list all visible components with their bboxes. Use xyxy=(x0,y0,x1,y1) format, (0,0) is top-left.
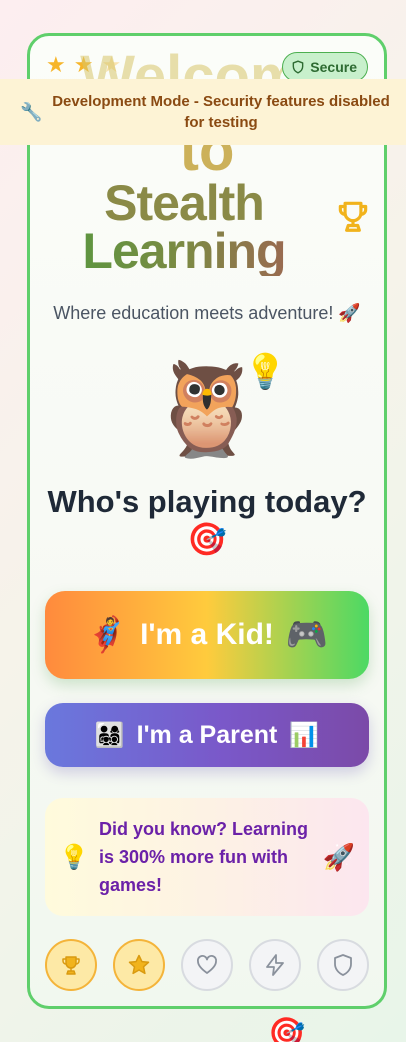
trophy-button[interactable] xyxy=(45,939,97,991)
target-icon: 🎯 xyxy=(187,521,227,557)
kid-button-label: I'm a Kid! xyxy=(140,618,274,651)
bar-chart-icon: 📊 xyxy=(289,721,320,749)
star-icon xyxy=(128,954,150,975)
lightbulb-icon: 💡 xyxy=(244,353,287,391)
tagline: Where education meets adventure! 🚀 xyxy=(53,303,361,323)
welcome-card: ★ ★ ★ Welcome to Secure Stealth Learning… xyxy=(27,33,387,1009)
game-controller-icon: 🎮 xyxy=(285,616,329,654)
trophy-icon xyxy=(62,956,80,975)
superhero-icon: 🦸 xyxy=(85,616,129,654)
parent-button-label: I'm a Parent xyxy=(136,720,278,749)
wrench-icon: 🔧 xyxy=(20,101,43,122)
fun-fact-text: Did you know? Learning is 300% more fun … xyxy=(99,819,309,895)
heart-button[interactable] xyxy=(181,939,233,991)
icon-bar xyxy=(45,939,369,991)
lightbulb-icon: 💡 xyxy=(59,843,89,871)
target-icon: 🎯 xyxy=(268,1017,306,1042)
player-question: Who's playing today? 🎯 xyxy=(30,484,384,558)
kid-button[interactable]: 🦸 I'm a Kid! 🎮 xyxy=(45,591,369,679)
app-title-line2: Learning xyxy=(30,226,338,276)
trophy-icon xyxy=(338,201,368,232)
shield-icon xyxy=(334,954,352,976)
shield-button[interactable] xyxy=(317,939,369,991)
shield-icon xyxy=(292,60,304,74)
secure-badge: Secure xyxy=(282,52,368,82)
heart-icon xyxy=(197,955,217,974)
owl-mascot: 🦉 xyxy=(149,358,265,460)
zap-button[interactable] xyxy=(249,939,301,991)
fun-fact-card: 💡 Did you know? Learning is 300% more fu… xyxy=(45,798,369,916)
star-button[interactable] xyxy=(113,939,165,991)
family-icon: 👨‍👩‍👧‍👦 xyxy=(94,721,125,749)
development-mode-banner: 🔧 Development Mode - Security features d… xyxy=(0,79,406,145)
secure-label: Secure xyxy=(310,59,357,75)
question-text: Who's playing today? xyxy=(47,484,367,519)
parent-button[interactable]: 👨‍👩‍👧‍👦 I'm a Parent 📊 xyxy=(45,703,369,767)
zap-icon xyxy=(266,954,284,976)
rocket-icon: 🚀 xyxy=(322,841,355,872)
app-title-line1: Stealth xyxy=(104,175,265,231)
development-mode-message: Development Mode - Security features dis… xyxy=(52,93,390,131)
